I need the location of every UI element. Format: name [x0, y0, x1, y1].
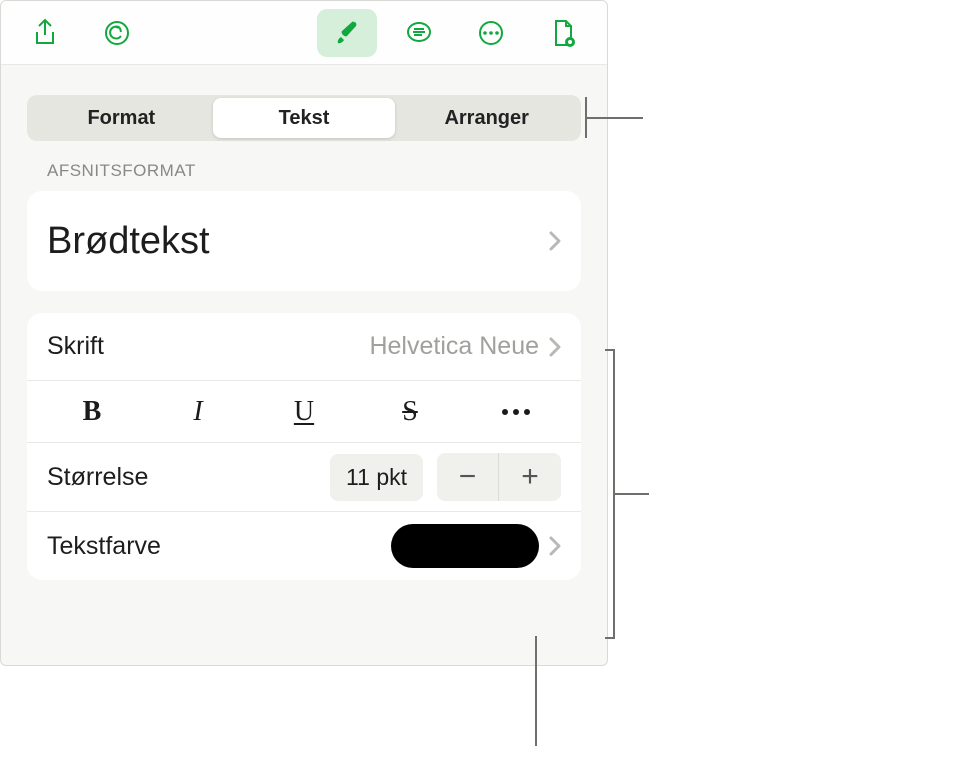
font-value: Helvetica Neue [369, 332, 539, 361]
chevron-right-icon [549, 231, 561, 251]
share-button[interactable] [15, 9, 75, 57]
font-label: Skrift [47, 332, 104, 361]
underline-button[interactable]: U [251, 389, 357, 435]
tab-text[interactable]: Tekst [213, 98, 396, 138]
size-label: Størrelse [47, 463, 148, 492]
size-increase-button[interactable]: + [499, 453, 561, 501]
format-brush-button[interactable] [317, 9, 377, 57]
callout-line [585, 117, 643, 119]
font-row[interactable]: Skrift Helvetica Neue [27, 313, 581, 381]
undo-icon [102, 18, 132, 48]
toolbar [1, 1, 607, 65]
callout-line [535, 636, 537, 746]
ellipsis-icon [502, 409, 530, 415]
callout-bracket [605, 349, 615, 639]
color-swatch[interactable] [391, 524, 539, 568]
text-style-row: B I U S [27, 381, 581, 443]
comment-icon [404, 18, 434, 48]
strikethrough-button[interactable]: S [357, 389, 463, 435]
tab-arrange[interactable]: Arranger [395, 98, 578, 138]
more-text-options-button[interactable] [463, 389, 569, 435]
paragraph-style-label: Brødtekst [47, 220, 210, 263]
chevron-right-icon [549, 536, 561, 556]
text-color-label: Tekstfarve [47, 532, 161, 561]
font-card: Skrift Helvetica Neue B I U S Størrelse … [27, 313, 581, 580]
bold-button[interactable]: B [39, 389, 145, 435]
section-header-paragraph: AFSNITSFORMAT [47, 161, 561, 181]
paragraph-style-row[interactable]: Brødtekst [27, 191, 581, 291]
undo-button[interactable] [87, 9, 147, 57]
chevron-right-icon [549, 337, 561, 357]
comment-button[interactable] [389, 9, 449, 57]
size-value[interactable]: 11 pkt [330, 454, 423, 501]
size-stepper: − + [437, 453, 561, 501]
size-decrease-button[interactable]: − [437, 453, 499, 501]
more-button[interactable] [461, 9, 521, 57]
callout-line [585, 97, 587, 138]
format-panel: Format Tekst Arranger AFSNITSFORMAT Brød… [0, 0, 608, 666]
callout-line [615, 493, 649, 495]
document-button[interactable] [533, 9, 593, 57]
tab-format[interactable]: Format [30, 98, 213, 138]
more-circle-icon [476, 18, 506, 48]
italic-button[interactable]: I [145, 389, 251, 435]
share-icon [30, 18, 60, 48]
brush-icon [332, 18, 362, 48]
size-row: Størrelse 11 pkt − + [27, 443, 581, 512]
paragraph-style-card: Brødtekst [27, 191, 581, 291]
format-tabs: Format Tekst Arranger [27, 95, 581, 141]
document-icon [548, 18, 578, 48]
text-color-row[interactable]: Tekstfarve [27, 512, 581, 580]
